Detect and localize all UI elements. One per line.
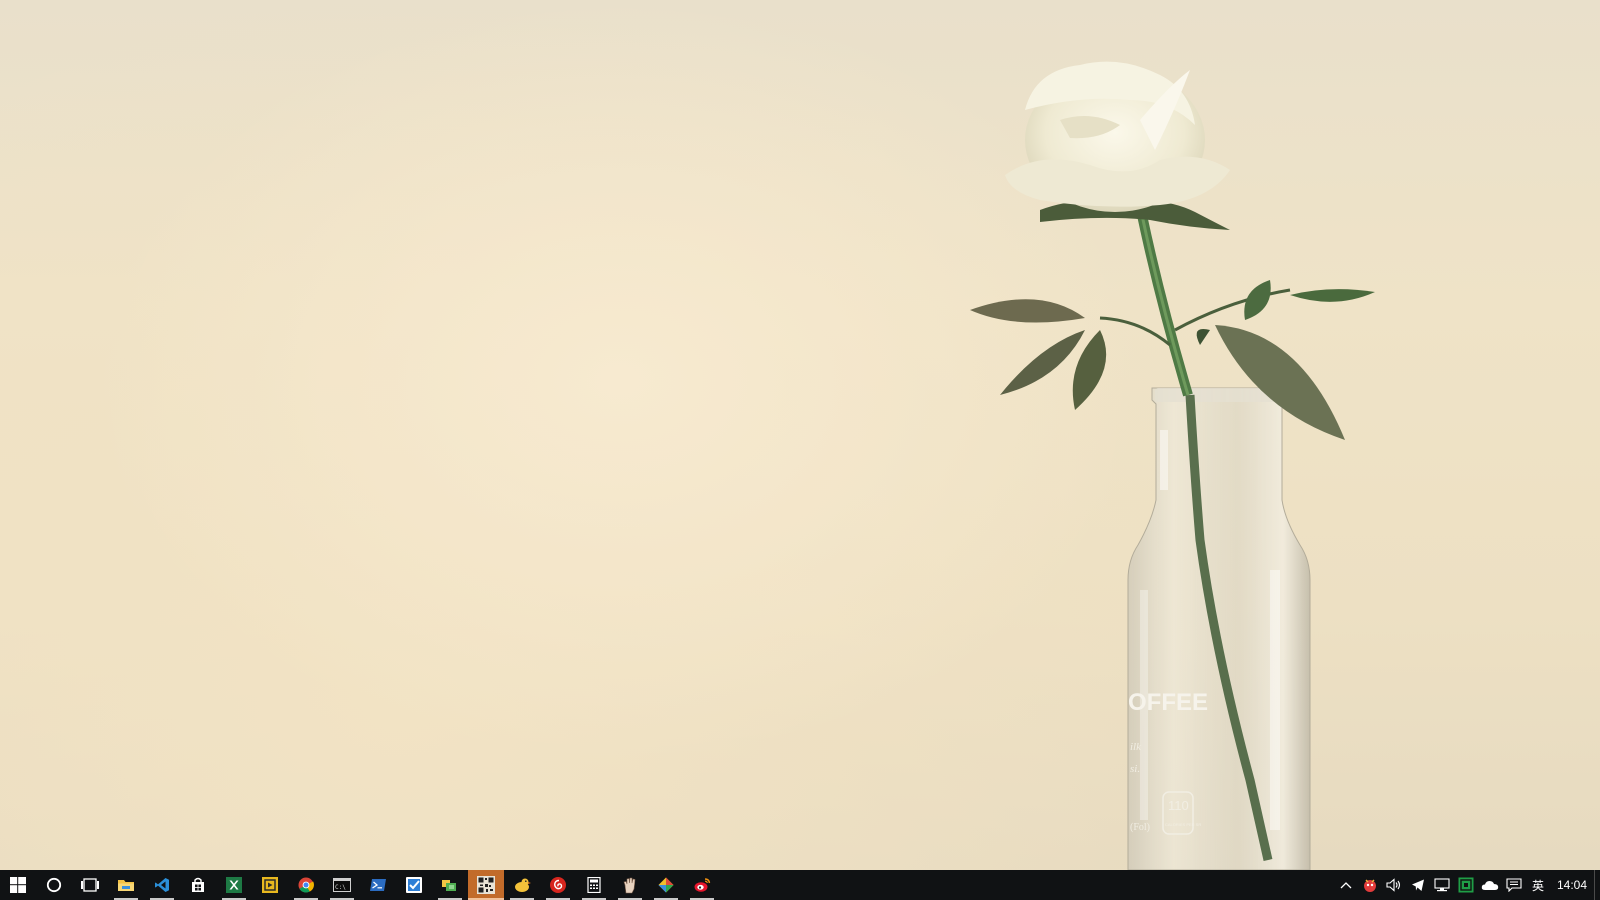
search-button[interactable] (36, 870, 72, 900)
cmd-icon: C:\ (333, 878, 351, 892)
folder-icon (118, 880, 134, 891)
taskbar-app-calculator[interactable] (576, 870, 612, 900)
task-view-icon (81, 878, 99, 892)
volume-button[interactable] (1382, 870, 1406, 900)
tray-telegram[interactable] (1406, 870, 1430, 900)
action-center-icon (1506, 878, 1522, 892)
vscode-icon (155, 878, 169, 892)
chevron-up-icon (1340, 882, 1352, 889)
weibo-icon (694, 878, 711, 892)
svg-text:C:\: C:\ (335, 884, 346, 891)
music-red-icon (550, 877, 566, 893)
blue-check-icon (406, 877, 422, 893)
show-desktop-button[interactable] (1594, 870, 1600, 900)
network-icon (1434, 878, 1450, 892)
taskbar-app-yellow[interactable] (252, 870, 288, 900)
bottle-calories: 110 (1168, 798, 1189, 813)
system-tray: 英 14:04 (1334, 870, 1600, 900)
desktop-wallpaper[interactable]: OFFEE ilk si. 110 CALORIES PER SR (Fol) (0, 0, 1600, 870)
store-bag-icon (192, 877, 204, 892)
taskbar-app-duck[interactable] (504, 870, 540, 900)
taskbar-app-vscode[interactable] (144, 870, 180, 900)
bottle-text-line2: si. (1130, 763, 1140, 775)
taskbar-clock[interactable]: 14:04 (1550, 878, 1594, 892)
tray-app-red-icon (1364, 879, 1376, 892)
taskbar-app-store[interactable] (180, 870, 216, 900)
taskbar-app-weibo[interactable] (684, 870, 720, 900)
taskbar-app-excel[interactable] (216, 870, 252, 900)
tray-app-red[interactable] (1358, 870, 1382, 900)
taskbar-app-cmd[interactable]: C:\ (324, 870, 360, 900)
taskbar-app-powershell[interactable] (360, 870, 396, 900)
action-center-button[interactable] (1502, 870, 1526, 900)
bottle-volume: (Fol) (1130, 822, 1150, 833)
task-view-button[interactable] (72, 870, 108, 900)
powershell-icon (370, 879, 386, 891)
taskbar-app-chrome[interactable] (288, 870, 324, 900)
taskbar-app-blue[interactable] (396, 870, 432, 900)
taskbar-app-photos[interactable] (432, 870, 468, 900)
cortana-circle-icon (46, 877, 62, 893)
qr-icon (477, 876, 495, 894)
bottle-calories-label: CALORIES PER SR (1165, 822, 1201, 827)
green-app-icon (1458, 877, 1474, 893)
bottle-text-line1: ilk (1130, 741, 1142, 753)
calculator-icon (587, 877, 601, 893)
taskbar: C:\ 英 14:04 (0, 870, 1600, 900)
diamond-icon (658, 877, 674, 893)
telegram-icon (1412, 879, 1424, 891)
taskbar-app-hand[interactable] (612, 870, 648, 900)
onedrive-icon (1481, 881, 1499, 890)
start-button[interactable] (0, 870, 36, 900)
network-button[interactable] (1430, 870, 1454, 900)
white-rose (1005, 61, 1230, 230)
taskbar-app-qr[interactable] (468, 870, 504, 900)
excel-icon (226, 877, 242, 893)
volume-icon (1386, 878, 1401, 892)
taskbar-app-netease-music[interactable] (540, 870, 576, 900)
taskbar-app-git[interactable] (648, 870, 684, 900)
tray-onedrive[interactable] (1478, 870, 1502, 900)
taskbar-app-file-explorer[interactable] (108, 870, 144, 900)
hand-icon (623, 877, 636, 894)
windows-logo-icon (10, 877, 26, 893)
rose-in-bottle-artwork: OFFEE ilk si. 110 CALORIES PER SR (Fol) (970, 61, 1375, 870)
show-hidden-icons-button[interactable] (1334, 870, 1358, 900)
photos-icon (442, 880, 456, 891)
yellow-app-icon (262, 877, 278, 893)
duck-icon (515, 878, 531, 892)
input-method-indicator[interactable]: 英 (1526, 877, 1550, 894)
chrome-icon (298, 877, 314, 893)
tray-green-app[interactable] (1454, 870, 1478, 900)
bottle-brand-text: OFFEE (1128, 689, 1208, 716)
